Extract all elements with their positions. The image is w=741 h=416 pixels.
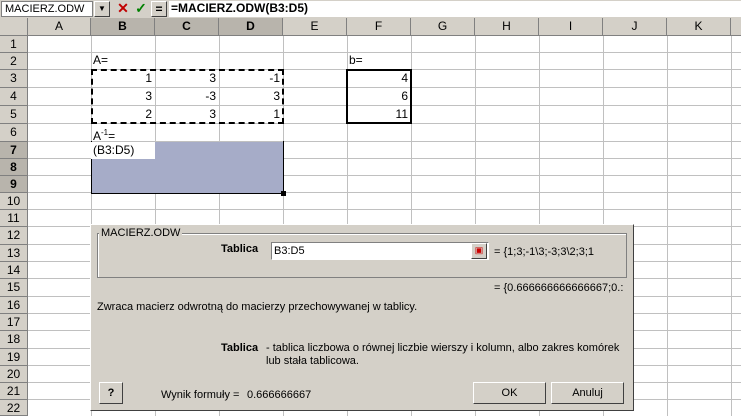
row-header-22[interactable]: 22 — [0, 400, 28, 416]
formula-bar: MACIERZ.ODW ▼ ✕ ✓ = =MACIERZ.ODW(B3:D5) — [0, 0, 741, 18]
column-header-k[interactable]: K — [667, 18, 731, 36]
name-box[interactable]: MACIERZ.ODW — [1, 1, 93, 17]
column-header-h[interactable]: H — [475, 18, 539, 36]
cell-b6[interactable]: A-1= — [93, 124, 116, 143]
column-header-j[interactable]: J — [603, 18, 667, 36]
cell-f4[interactable]: 6 — [347, 88, 411, 105]
gridline — [28, 52, 741, 53]
param-name: Tablica — [221, 342, 259, 354]
row-header-1[interactable]: 1 — [0, 36, 28, 53]
cell-f5[interactable]: 11 — [347, 106, 411, 123]
cell-b2[interactable]: A= — [93, 52, 108, 69]
formula-result-value: 0.666666667 — [247, 389, 312, 401]
collapse-dialog-icon[interactable]: ▣ — [471, 243, 487, 259]
row-header-16[interactable]: 16 — [0, 297, 28, 314]
param-description-line1: - tablica liczbowa o równej liczbie wier… — [266, 342, 620, 354]
cancel-button[interactable]: Anuluj — [551, 382, 624, 404]
row-header-20[interactable]: 20 — [0, 366, 28, 383]
cell-f3[interactable]: 4 — [347, 70, 411, 87]
column-header-i[interactable]: I — [539, 18, 603, 36]
enter-formula-icon[interactable]: ✓ — [133, 1, 149, 17]
formula-result-label: Wynik formuły = — [161, 389, 240, 401]
copy-marquee — [91, 69, 284, 124]
column-header-a[interactable]: A — [28, 18, 91, 36]
function-arguments-dialog: MACIERZ.ODW Tablica B3:D5 ▣ = {1;3;-1\3;… — [90, 224, 634, 411]
cancel-formula-icon[interactable]: ✕ — [115, 1, 131, 17]
param-description-line2: lub stała tablicowa. — [266, 355, 359, 367]
tablica-input[interactable]: B3:D5 — [271, 242, 489, 260]
row-header-18[interactable]: 18 — [0, 331, 28, 349]
help-icon[interactable]: ? — [99, 382, 123, 404]
cell-f2[interactable]: b= — [349, 52, 363, 69]
arg-label: Tablica — [221, 243, 259, 255]
column-header-d[interactable]: D — [219, 18, 283, 36]
column-header-b[interactable]: B — [91, 18, 155, 36]
row-header-10[interactable]: 10 — [0, 193, 28, 210]
edit-formula-button[interactable]: = — [151, 1, 167, 17]
row-header-8[interactable]: 8 — [0, 159, 28, 176]
row-header-19[interactable]: 19 — [0, 349, 28, 366]
spreadsheet-grid[interactable]: A B C D E F G H I J K 1 2 3 4 5 6 7 8 9 … — [0, 18, 741, 416]
select-all-corner[interactable] — [0, 18, 28, 36]
inverse-label: A — [93, 129, 102, 143]
cell-b7-editing[interactable]: (B3:D5) — [91, 142, 155, 159]
function-description: Zwraca macierz odwrotną do macierzy prze… — [97, 301, 418, 313]
column-header-g[interactable]: G — [411, 18, 475, 36]
column-header-e[interactable]: E — [283, 18, 347, 36]
fill-handle[interactable] — [281, 191, 286, 196]
row-header-11[interactable]: 11 — [0, 210, 28, 227]
row-header-21[interactable]: 21 — [0, 383, 28, 400]
inverse-equals: = — [108, 129, 116, 143]
column-header-partial — [731, 18, 741, 36]
row-header-13[interactable]: 13 — [0, 245, 28, 262]
row-header-12[interactable]: 12 — [0, 227, 28, 245]
column-header-f[interactable]: F — [347, 18, 411, 36]
arg-result-value: = {1;3;-1\3;-3;3\2;3;1 — [494, 246, 594, 258]
row-header-14[interactable]: 14 — [0, 262, 28, 279]
row-header-17[interactable]: 17 — [0, 314, 28, 331]
total-result-value: = {0.666666666666667;0.: — [494, 282, 624, 294]
gridline — [28, 209, 741, 210]
name-box-dropdown-icon[interactable]: ▼ — [94, 1, 110, 17]
row-header-5[interactable]: 5 — [0, 106, 28, 124]
row-header-4[interactable]: 4 — [0, 88, 28, 106]
row-header-7[interactable]: 7 — [0, 142, 28, 159]
function-name-label: MACIERZ.ODW — [99, 227, 183, 239]
row-header-9[interactable]: 9 — [0, 176, 28, 193]
row-header-6[interactable]: 6 — [0, 124, 28, 142]
formula-input[interactable]: =MACIERZ.ODW(B3:D5) — [169, 1, 741, 17]
row-header-15[interactable]: 15 — [0, 279, 28, 297]
row-header-3[interactable]: 3 — [0, 70, 28, 88]
ok-button[interactable]: OK — [473, 382, 546, 404]
column-header-c[interactable]: C — [155, 18, 219, 36]
row-header-2[interactable]: 2 — [0, 53, 28, 70]
